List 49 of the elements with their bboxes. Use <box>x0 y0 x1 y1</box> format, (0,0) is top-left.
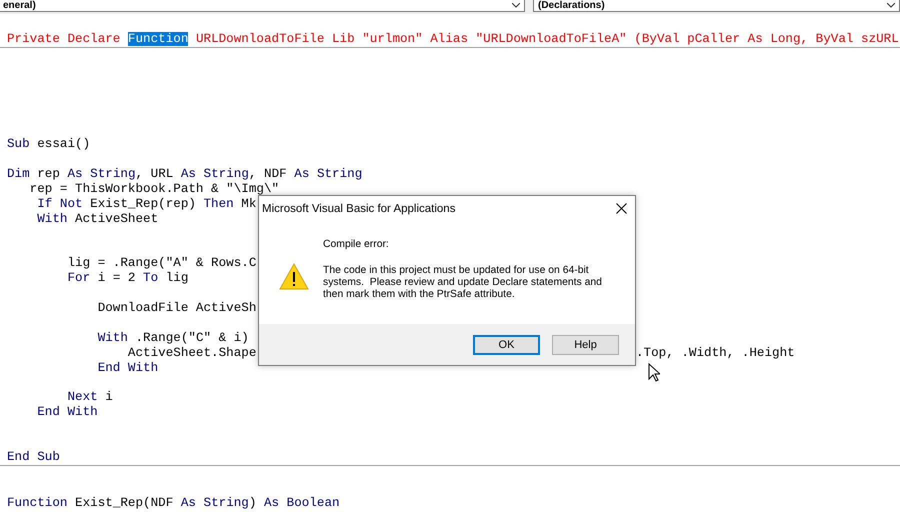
code-keyword: As String <box>67 167 136 182</box>
code-keyword: As Boolean <box>264 496 340 510</box>
code-text: i <box>104 390 113 404</box>
code-text: lig <box>164 271 188 286</box>
selected-code-text: Function <box>128 32 188 46</box>
dialog-button[interactable]: OK <box>473 334 540 354</box>
dropdown[interactable]: (Declarations) <box>533 0 900 12</box>
code-text: Exist_Rep(rep) <box>89 196 197 211</box>
code-keyword: End With <box>96 360 158 375</box>
code-keyword: Function <box>7 496 68 510</box>
mouse-pointer-icon <box>648 363 660 382</box>
code-keyword: Dim <box>7 167 30 182</box>
code-text: essai() <box>36 137 90 152</box>
error-heading: Compile error: <box>323 239 390 251</box>
code-text: ActiveSheet.Shape <box>126 346 256 360</box>
code-text: ActiveSheet <box>74 212 158 226</box>
code-keyword: With <box>96 330 128 345</box>
code-keyword: As String <box>180 496 249 510</box>
dialog-title: Microsoft Visual Basic for Applications <box>262 202 456 214</box>
code-keyword: As String <box>294 167 362 182</box>
code-text: , NDF <box>248 167 288 182</box>
code-keyword: Sub <box>7 137 30 152</box>
code-text: , URL <box>136 167 174 182</box>
code-keyword: With <box>36 212 68 226</box>
code-keyword: If Not <box>36 196 83 211</box>
code-text: ) <box>248 496 258 510</box>
code-keyword: End Sub <box>7 450 60 464</box>
error-message: The code in this project must be updated for use on 64-bit systems. Please review and update Declare statements and then mark them with the PtrSafe attribute. <box>323 265 603 301</box>
code-keyword: As String <box>180 167 249 182</box>
code-error-text: Private Declare <box>7 32 122 46</box>
code-text: rep <box>36 167 61 182</box>
code-text: rep = ThisWorkbook.Path & "\Img\" <box>28 182 280 196</box>
code-text: i = 2 <box>96 271 136 286</box>
code-text: Exist_Rep(NDF <box>74 496 174 510</box>
code-text: .Top, .Width, .Height <box>636 346 795 361</box>
code-text: .Range("C" & i) <box>134 330 249 345</box>
dialog-button[interactable]: Help <box>552 334 619 354</box>
close-icon[interactable] <box>616 203 627 214</box>
code-keyword: Next <box>66 390 98 404</box>
code-keyword: End With <box>36 405 98 420</box>
code-error-text: URLDownloadToFile Lib "urlmon" Alias "URLDownloadToFileA" (ByVal pCaller As Long, ByVal szURL <box>194 32 899 46</box>
code-keyword: To <box>143 271 158 286</box>
code-text: DownloadFile ActiveSh <box>96 301 256 316</box>
code-keyword: Then <box>204 196 234 211</box>
code-keyword: For <box>66 271 90 286</box>
code-text: Mk <box>240 196 256 211</box>
code-text: lig = .Range("A" & Rows.C <box>66 256 256 270</box>
warning-icon <box>279 263 309 290</box>
dropdown[interactable]: eneral) <box>0 0 525 12</box>
